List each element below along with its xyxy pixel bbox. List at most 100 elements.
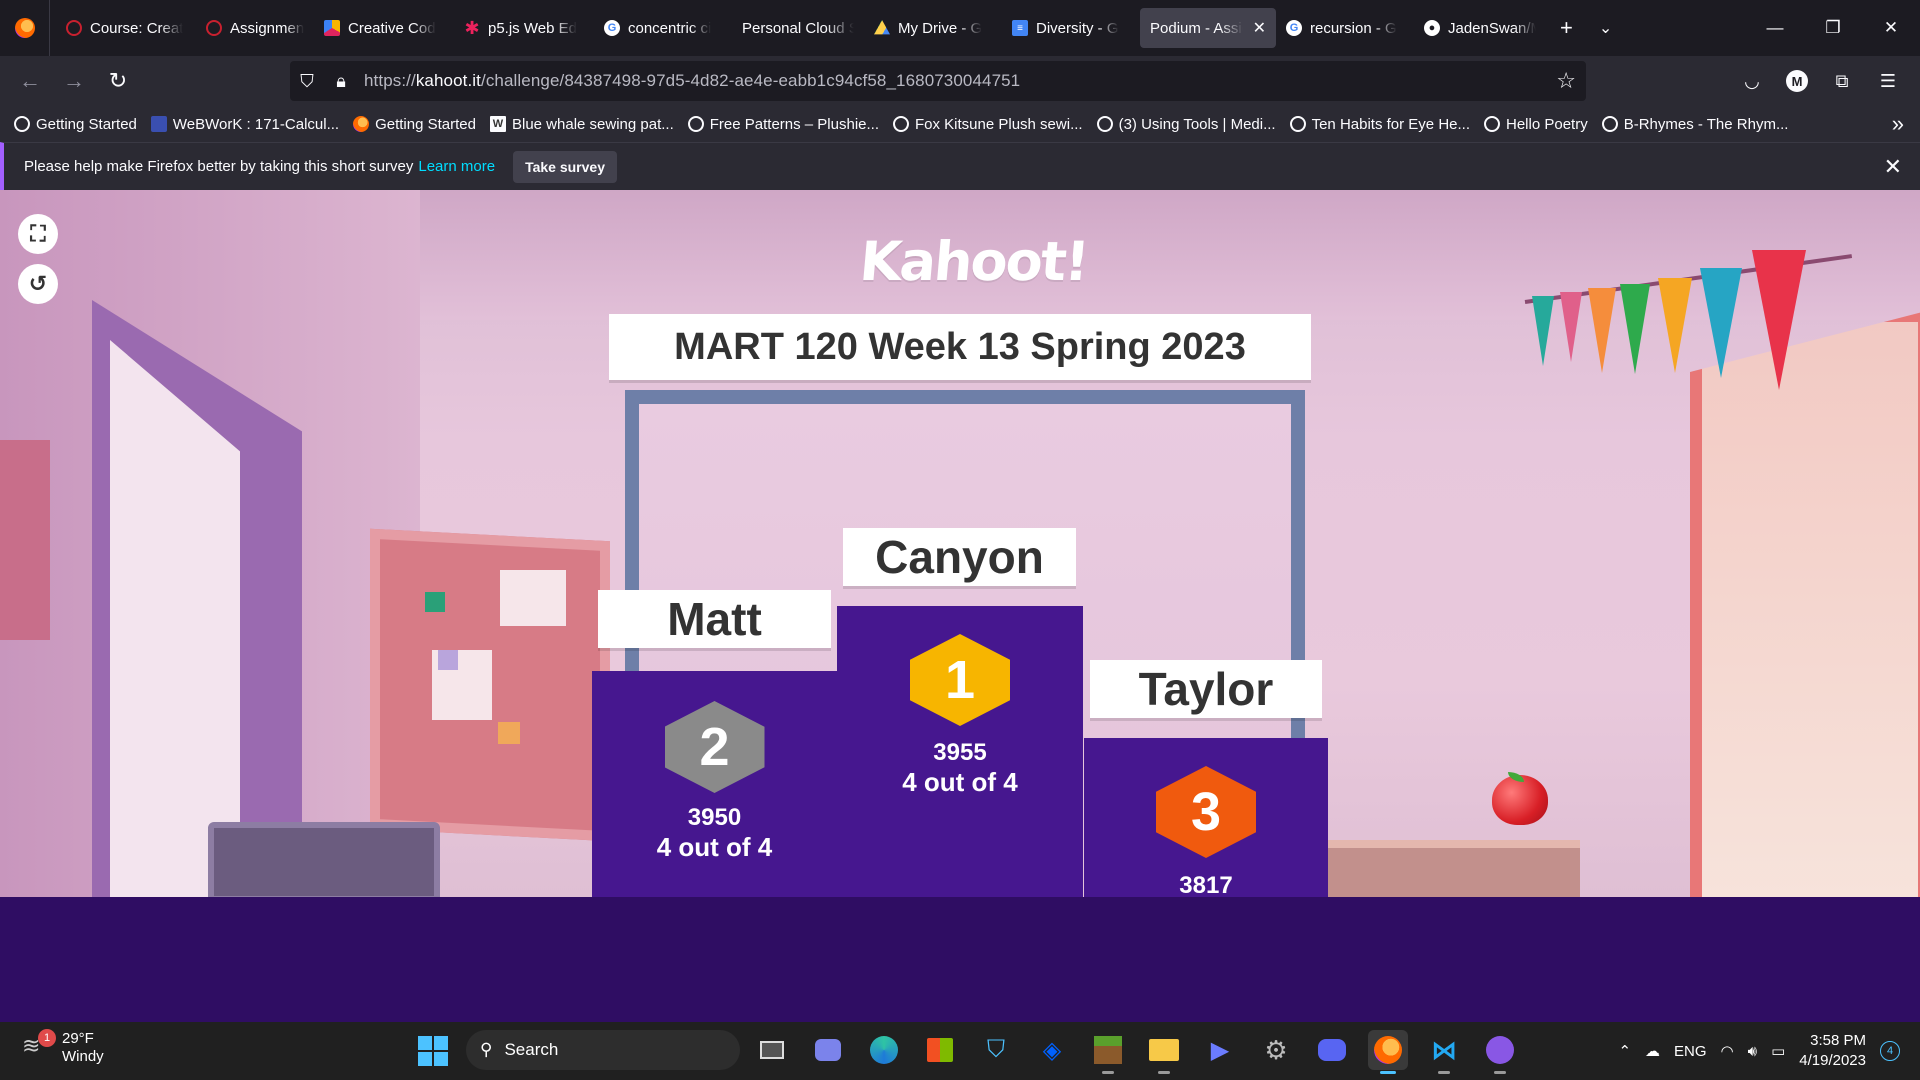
battery-icon[interactable]: ▭ [1771, 1042, 1785, 1060]
silver-medal-icon: 2 [664, 701, 765, 793]
pennant [1700, 268, 1742, 378]
more-bookmarks-chevron-icon[interactable]: » [1892, 111, 1904, 137]
tab-p5js[interactable]: ✱ p5.js Web Ed [454, 8, 594, 48]
close-tab-icon[interactable]: ✕ [1253, 18, 1266, 38]
close-window-icon[interactable]: ✕ [1862, 0, 1920, 56]
bookmarks-toolbar: Getting Started WeBWorK : 171-Calcul... … [0, 106, 1920, 142]
discord-icon[interactable] [1312, 1030, 1352, 1070]
github-desktop-icon[interactable] [1480, 1030, 1520, 1074]
notifications-badge[interactable]: 4 [1880, 1041, 1900, 1061]
webwork-icon [150, 116, 167, 132]
microsoft-store-icon[interactable] [920, 1030, 960, 1070]
kahoot-bottom-band [0, 897, 1920, 1022]
weather-widget[interactable]: ≋ 1 29°F Windy [22, 1029, 104, 1066]
new-tab-icon[interactable]: + [1560, 15, 1573, 41]
account-avatar[interactable]: M [1786, 70, 1808, 92]
task-view-icon[interactable] [752, 1030, 792, 1070]
dropbox-icon[interactable]: ◈ [1032, 1030, 1072, 1070]
vscode-icon[interactable]: ⋈ [1424, 1030, 1464, 1074]
restore-icon[interactable]: ❐ [1804, 0, 1862, 56]
tab-github[interactable]: ● JadenSwan/M [1414, 8, 1546, 48]
tab-personal-cloud[interactable]: Personal Cloud St [732, 8, 864, 48]
learn-more-link[interactable]: Learn more [418, 158, 495, 175]
minecraft-icon[interactable] [1088, 1030, 1128, 1074]
forward-arrow-icon[interactable]: → [52, 61, 96, 101]
edge-icon[interactable] [864, 1030, 904, 1070]
volume-icon[interactable]: 🔊︎ [1748, 1043, 1757, 1060]
fullscreen-icon[interactable]: ⛶ [18, 214, 58, 254]
tab-diversity[interactable]: ≡ Diversity - G [1002, 8, 1140, 48]
tab-list-chevron-icon[interactable]: ⌄ [1599, 18, 1612, 38]
onedrive-cloud-icon[interactable]: ☁ [1645, 1042, 1660, 1060]
bookmark-item[interactable]: (3) Using Tools | Medi... [1096, 116, 1276, 133]
settings-gear-icon[interactable]: ⚙ [1256, 1030, 1296, 1070]
bookmark-item[interactable]: Hello Poetry [1484, 116, 1588, 133]
show-hidden-icons-chevron-icon[interactable]: ⌃ [1618, 1042, 1631, 1060]
url-bar[interactable]: ⛉ 🔒︎ https://kahoot.it/challenge/8438749… [290, 61, 1586, 101]
file-explorer-icon[interactable] [1144, 1030, 1184, 1074]
close-notice-icon[interactable]: ✕ [1884, 154, 1902, 180]
tab-label: Assignment [230, 19, 304, 37]
windows-taskbar: ≋ 1 29°F Windy ⚲ Search ⛉ ◈ ▶ ⚙ ⋈ ⌃ ☁ ENG… [0, 1022, 1920, 1080]
language-indicator[interactable]: ENG [1674, 1043, 1707, 1060]
teams-chat-icon[interactable] [808, 1030, 848, 1070]
third-place-name: Taylor [1090, 660, 1322, 718]
pennant [1658, 278, 1692, 373]
bookmark-label: Fox Kitsune Plush sewi... [915, 115, 1083, 133]
shield-app-icon[interactable]: ⛉ [976, 1030, 1016, 1070]
firefox-taskbar-icon[interactable] [1368, 1030, 1408, 1074]
tab-strip: Course: Creat Assignment Creative Cod ✱ … [50, 0, 1546, 56]
tab-my-drive[interactable]: My Drive - G [864, 8, 1002, 48]
minimize-icon[interactable]: — [1746, 0, 1804, 56]
lock-icon[interactable]: 🔒︎ [324, 71, 358, 92]
bookmark-label: Free Patterns – Plushie... [709, 115, 879, 133]
url-text[interactable]: https://kahoot.it/challenge/84387498-97d… [364, 71, 1020, 91]
tab-label: recursion - G [1310, 19, 1397, 37]
bookmark-item[interactable]: W Blue whale sewing pat... [489, 116, 674, 133]
weather-desc: Windy [62, 1048, 104, 1065]
tab-recursion[interactable]: G recursion - G [1276, 8, 1414, 48]
take-survey-button[interactable]: Take survey [513, 150, 617, 183]
pocket-icon[interactable]: ◡ [1740, 71, 1764, 92]
globe-icon [1096, 116, 1113, 132]
extensions-icon[interactable]: ⧉ [1830, 71, 1854, 92]
tab-podium[interactable]: Podium - Assig ✕ [1140, 8, 1276, 48]
reload-icon[interactable]: ↻ [96, 61, 140, 101]
url-domain: kahoot.it [415, 71, 481, 90]
back-arrow-icon[interactable]: ← [8, 61, 52, 101]
weather-badge: 1 [38, 1029, 56, 1047]
first-place-score: 3955 [933, 739, 987, 766]
clock[interactable]: 3:58 PM 4/19/2023 [1799, 1031, 1866, 1071]
bookmark-item[interactable]: Fox Kitsune Plush sewi... [893, 116, 1083, 133]
globe-icon [14, 116, 30, 132]
bookmark-item[interactable]: Getting Started [14, 116, 137, 133]
laptop-illustration [208, 822, 440, 897]
bookmark-item[interactable]: WeBWorK : 171-Calcul... [150, 116, 339, 133]
tab-bar: Course: Creat Assignment Creative Cod ✱ … [0, 0, 1920, 56]
tab-creative-coding[interactable]: Creative Cod [314, 8, 454, 48]
sticky-note [425, 592, 445, 612]
google-icon: G [604, 20, 620, 36]
taskbar-search[interactable]: ⚲ Search [466, 1030, 740, 1070]
bookmark-item[interactable]: Free Patterns – Plushie... [687, 115, 879, 133]
restart-icon[interactable]: ↺ [18, 264, 58, 304]
hamburger-menu-icon[interactable]: ☰ [1876, 71, 1900, 92]
windows-start-icon[interactable] [418, 1036, 448, 1066]
bookmark-item[interactable]: Ten Habits for Eye He... [1289, 116, 1470, 133]
tab-course[interactable]: Course: Creat [56, 8, 196, 48]
firefox-icon [14, 18, 35, 38]
wifi-icon[interactable]: ◠ [1721, 1042, 1734, 1060]
firefox-menu-button[interactable] [0, 0, 50, 56]
third-place-score: 3817 [1179, 872, 1233, 897]
third-place-podium: 3 3817 [1084, 738, 1328, 897]
clock-date: 4/19/2023 [1799, 1052, 1866, 1069]
tab-concentric[interactable]: G concentric ci [594, 8, 732, 48]
globe-icon [893, 116, 909, 132]
bookmark-item[interactable]: B-Rhymes - The Rhym... [1601, 116, 1788, 133]
tab-label: Creative Cod [348, 19, 436, 37]
tab-assignment[interactable]: Assignment [196, 8, 314, 48]
bookmark-star-icon[interactable]: ☆ [1556, 68, 1576, 94]
shield-icon[interactable]: ⛉ [290, 71, 324, 92]
media-player-icon[interactable]: ▶ [1200, 1030, 1240, 1070]
bookmark-item[interactable]: Getting Started [353, 116, 476, 133]
